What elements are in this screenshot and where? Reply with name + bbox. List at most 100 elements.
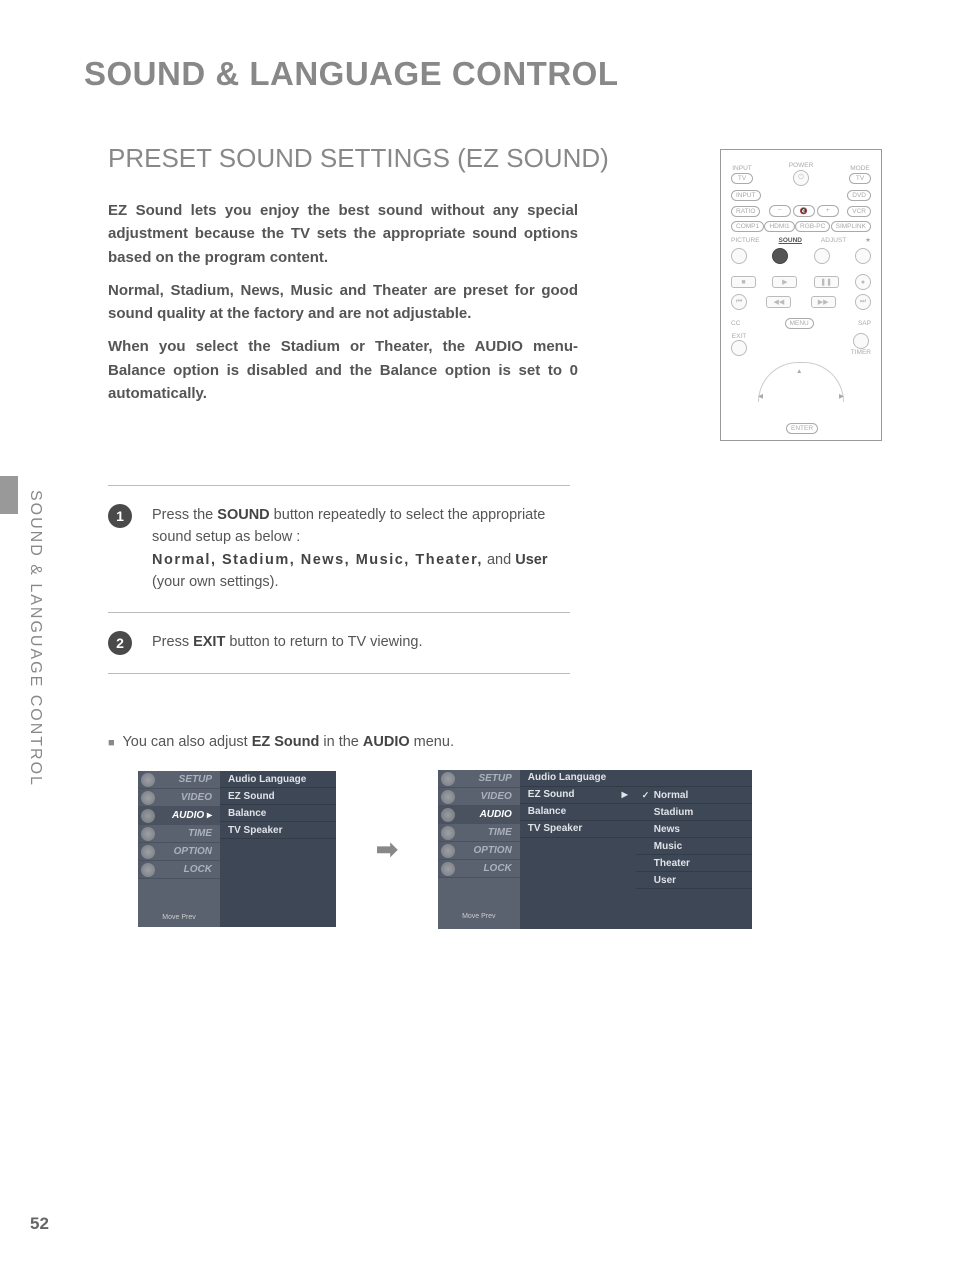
submenu-normal[interactable]: Normal	[636, 787, 752, 804]
step-2: 2 Press EXIT button to return to TV view…	[108, 613, 570, 674]
osd-footer-2: Move Prev	[438, 878, 520, 920]
osd-menu-tabs-2: SETUP VIDEO AUDIO TIME OPTION LOCK Move …	[438, 770, 520, 929]
menu-button[interactable]: MENU	[785, 318, 814, 329]
note-line: ■ You can also adjust EZ Sound in the AU…	[108, 734, 954, 750]
panel-item-ez-sound[interactable]: EZ Sound	[220, 788, 336, 805]
tab-audio[interactable]: AUDIO ▸	[138, 807, 220, 825]
remote-nav-pad: ▲ ◀ ▶ ENTER	[756, 362, 846, 432]
remote-label-input: INPUT	[732, 165, 752, 172]
step-number-1: 1	[108, 504, 132, 528]
osd-audio-panel-2: Audio Language EZ Sound▶ Balance TV Spea…	[520, 770, 636, 929]
picture-button[interactable]	[731, 248, 747, 264]
prev-button[interactable]: ⏮	[731, 294, 747, 310]
step-1-body: Press the SOUND button repeatedly to sel…	[152, 504, 570, 594]
submenu-spacer	[636, 770, 752, 787]
osd-footer: Move Prev	[138, 879, 220, 921]
pause-button[interactable]: ❚❚	[814, 276, 839, 288]
tab-time[interactable]: TIME	[138, 825, 220, 843]
enter-button[interactable]: ENTER	[786, 423, 818, 434]
star-button[interactable]	[855, 248, 871, 264]
chevron-right-icon: ▶	[622, 786, 628, 803]
submenu-music[interactable]: Music	[636, 838, 752, 855]
tab-setup[interactable]: SETUP	[138, 771, 220, 789]
rew-button[interactable]: ◀◀	[766, 296, 791, 308]
nav-right-icon[interactable]: ▶	[839, 392, 844, 400]
intro-text: EZ Sound lets you enjoy the best sound w…	[108, 199, 578, 405]
ff-button[interactable]: ▶▶	[811, 296, 836, 308]
ez-sound-submenu: Normal Stadium News Music Theater User	[636, 770, 752, 929]
play-button[interactable]: ▶	[772, 276, 797, 288]
steps-list: 1 Press the SOUND button repeatedly to s…	[108, 485, 570, 674]
record-button[interactable]: ●	[855, 274, 871, 290]
adjust-button[interactable]	[814, 248, 830, 264]
rgbpc-button[interactable]: RGB-PC	[795, 221, 830, 232]
panel2-item-audio-language[interactable]: Audio Language	[520, 770, 636, 787]
tab2-option[interactable]: OPTION	[438, 842, 520, 860]
note-bullet-icon: ■	[108, 737, 115, 749]
osd-menu-before: SETUP VIDEO AUDIO ▸ TIME OPTION LOCK Mov…	[138, 771, 336, 927]
panel2-item-ez-sound[interactable]: EZ Sound▶	[520, 787, 636, 804]
vol-down-button[interactable]: −	[769, 205, 791, 217]
sound-button[interactable]	[772, 248, 788, 264]
input-button[interactable]: INPUT	[731, 190, 761, 201]
remote-label-sap: SAP	[858, 320, 871, 327]
remote-label-mode: MODE	[850, 165, 870, 172]
hdmi1-button[interactable]: HDMI1	[764, 221, 794, 232]
remote-label-cc: CC	[731, 320, 740, 327]
vol-up-button[interactable]: +	[817, 205, 839, 217]
remote-label-exit: EXIT	[732, 333, 746, 340]
panel-item-balance[interactable]: Balance	[220, 805, 336, 822]
vcr-button[interactable]: VCR	[847, 206, 871, 217]
mode-tv-button[interactable]: TV	[849, 173, 871, 184]
submenu-user[interactable]: User	[636, 872, 752, 889]
panel-item-tv-speaker[interactable]: TV Speaker	[220, 822, 336, 839]
exit-button[interactable]	[731, 340, 747, 356]
simplink-button[interactable]: SIMPLINK	[831, 221, 871, 232]
comp1-button[interactable]: COMP1	[731, 221, 764, 232]
ratio-button[interactable]: RATIO	[731, 206, 760, 217]
remote-illustration: INPUT TV POWER ⏻ MODE TV INPUT DVD RATIO…	[720, 149, 882, 441]
nav-left-icon[interactable]: ◀	[758, 392, 763, 400]
remote-label-timer: TIMER	[851, 349, 871, 356]
remote-label-picture: PICTURE	[731, 237, 760, 244]
input-tv-button[interactable]: TV	[731, 173, 753, 184]
remote-label-power: POWER	[789, 162, 814, 169]
tab2-lock[interactable]: LOCK	[438, 860, 520, 878]
tab-video[interactable]: VIDEO	[138, 789, 220, 807]
tab-option[interactable]: OPTION	[138, 843, 220, 861]
intro-p3: When you select the Stadium or Theater, …	[108, 335, 578, 405]
osd-audio-panel: Audio Language EZ Sound Balance TV Speak…	[220, 771, 336, 927]
osd-menu-after: SETUP VIDEO AUDIO TIME OPTION LOCK Move …	[438, 770, 752, 929]
step-number-2: 2	[108, 631, 132, 655]
page-number: 52	[30, 1214, 49, 1234]
timer-button[interactable]	[853, 333, 869, 349]
intro-p2: Normal, Stadium, News, Music and Theater…	[108, 279, 578, 326]
panel2-item-tv-speaker[interactable]: TV Speaker	[520, 821, 636, 838]
nav-up-icon[interactable]: ▲	[796, 368, 802, 375]
osd-menu-tabs: SETUP VIDEO AUDIO ▸ TIME OPTION LOCK Mov…	[138, 771, 220, 927]
arrow-right-icon: ➡	[376, 834, 398, 865]
submenu-theater[interactable]: Theater	[636, 855, 752, 872]
next-button[interactable]: ⏭	[855, 294, 871, 310]
submenu-stadium[interactable]: Stadium	[636, 804, 752, 821]
remote-label-adjust: ADJUST	[821, 237, 846, 244]
sidebar-tab-marker	[0, 476, 18, 514]
tab2-setup[interactable]: SETUP	[438, 770, 520, 788]
dvd-button[interactable]: DVD	[847, 190, 871, 201]
tab2-audio[interactable]: AUDIO	[438, 806, 520, 824]
mute-button[interactable]: 🔇	[793, 205, 815, 217]
menu-illustrations: SETUP VIDEO AUDIO ▸ TIME OPTION LOCK Mov…	[138, 770, 954, 929]
tab2-video[interactable]: VIDEO	[438, 788, 520, 806]
power-button[interactable]: ⏻	[793, 170, 809, 186]
step-2-body: Press EXIT button to return to TV viewin…	[152, 631, 423, 655]
tab-lock[interactable]: LOCK	[138, 861, 220, 879]
sidebar-label: SOUND & LANGUAGE CONTROL	[26, 490, 44, 787]
stop-button[interactable]: ■	[731, 276, 756, 288]
submenu-news[interactable]: News	[636, 821, 752, 838]
panel2-item-balance[interactable]: Balance	[520, 804, 636, 821]
remote-label-sound: SOUND	[778, 237, 801, 244]
step-1: 1 Press the SOUND button repeatedly to s…	[108, 485, 570, 613]
tab2-time[interactable]: TIME	[438, 824, 520, 842]
remote-label-star: ★	[865, 236, 871, 244]
panel-item-audio-language[interactable]: Audio Language	[220, 771, 336, 788]
